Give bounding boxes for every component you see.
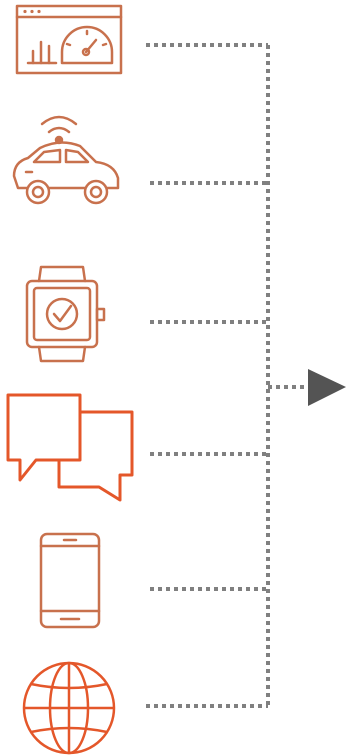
diagram-canvas xyxy=(6,4,346,755)
dashboard-gauge-chart-icon xyxy=(15,4,123,75)
arrow-right-icon xyxy=(308,369,346,406)
data-sources-diagram xyxy=(0,0,346,756)
connected-car-icon xyxy=(12,115,120,205)
chat-bubbles-icon xyxy=(6,393,134,502)
globe-icon xyxy=(22,661,116,755)
smartphone-icon xyxy=(39,532,101,629)
smartwatch-icon xyxy=(25,265,106,363)
connector-lines xyxy=(146,43,304,708)
